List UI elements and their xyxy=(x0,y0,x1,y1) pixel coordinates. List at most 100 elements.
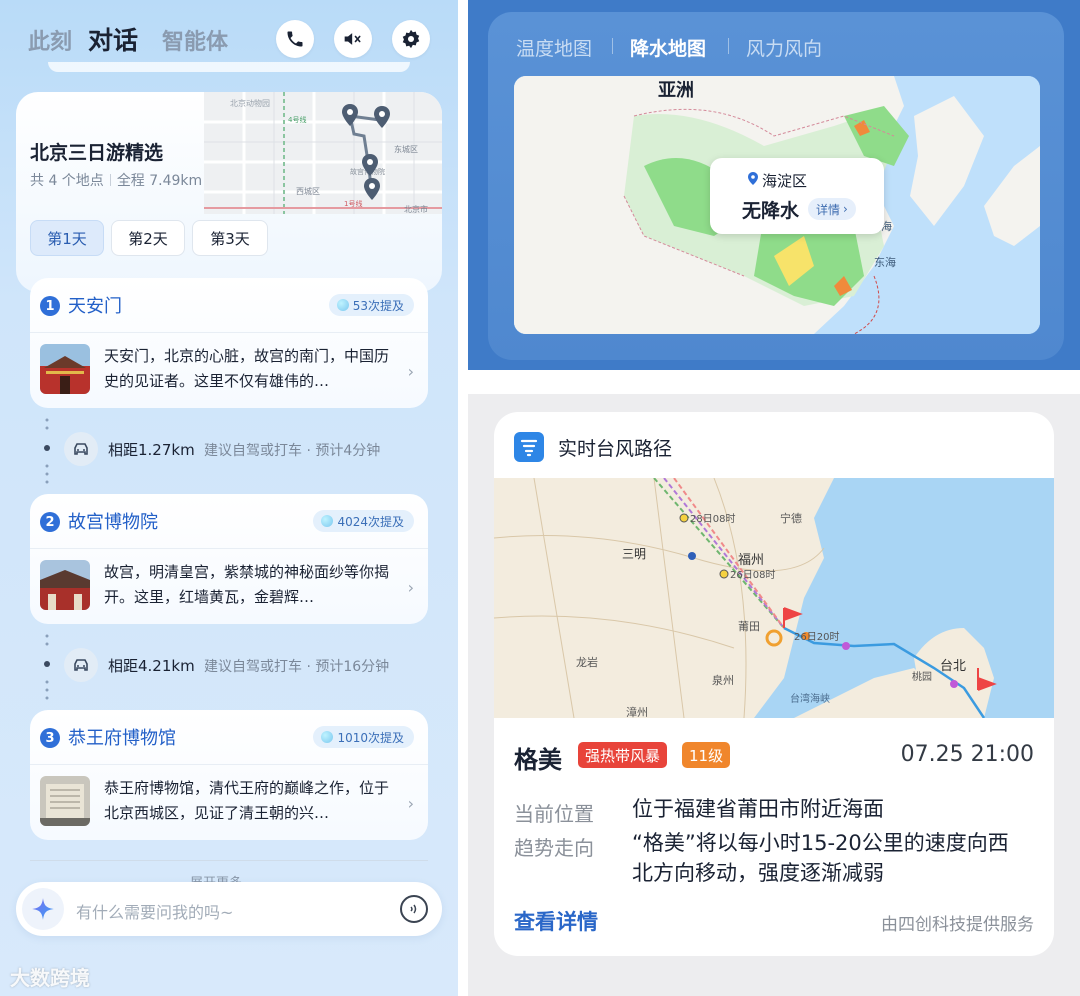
spot-name[interactable]: 故宫博物院 xyxy=(68,508,158,534)
tab-chat[interactable]: 对话 xyxy=(88,21,138,57)
map-label: 漳州 xyxy=(626,705,648,718)
mention-count: 53次提及 xyxy=(352,298,404,313)
precipitation-value: 无降水 xyxy=(742,200,800,222)
place-count: 共 4 个地点 xyxy=(30,173,104,189)
location-popup[interactable]: 海淀区 无降水 详情 › xyxy=(710,158,884,234)
trip-panel: 此刻 对话 智能体 北京动物园 东城区 西城区 北京市 1号线 4号线 北京三日… xyxy=(0,0,458,996)
bubble-icon xyxy=(321,515,334,527)
spot-card[interactable]: 3 恭王府博物馆 1010次提及 恭王府博物馆，清代王府的巅峰之作，位于北京西城… xyxy=(30,710,428,840)
trend-label: 趋势走向 xyxy=(514,836,594,860)
mention-count: 1010次提及 xyxy=(337,730,404,745)
bubble-icon xyxy=(321,731,334,743)
location-pin-icon xyxy=(748,172,758,185)
map-label: 北京市 xyxy=(404,204,428,214)
tab-day-3[interactable]: 第3天 xyxy=(192,220,268,256)
spot-number: 1 xyxy=(40,296,60,316)
view-details-link[interactable]: 查看详情 xyxy=(514,906,598,936)
precipitation-panel: 温度地图 降水地图 风力风向 亚洲 东海 海淀区 无降水 详情 › xyxy=(468,0,1080,370)
divider xyxy=(30,548,428,549)
trip-title: 北京三日游精选 xyxy=(30,142,164,164)
speaker-mute-icon xyxy=(344,33,361,45)
tab-temperature-map[interactable]: 温度地图 xyxy=(516,34,592,61)
voice-icon[interactable] xyxy=(400,895,428,923)
typhoon-panel: 实时台风路径 三明 福州 宁德 莆田 龙岩 泉州 漳州 台北 桃园 台湾海峡 2… xyxy=(468,394,1080,996)
map-label: 台湾海峡 xyxy=(790,692,830,705)
spot-description: 天安门，北京的心脏，故宫的南门，中国历史的见证者。这里不仅有雄伟的… xyxy=(104,347,390,390)
chevron-right-icon[interactable]: › xyxy=(408,362,414,381)
forecast-label: 28日08时 xyxy=(690,513,735,525)
divider xyxy=(30,764,428,765)
gear-icon xyxy=(402,29,420,49)
spot-photo xyxy=(40,560,90,610)
map-label: 莆田 xyxy=(738,620,760,633)
typhoon-path-map[interactable]: 三明 福州 宁德 莆田 龙岩 泉州 漳州 台北 桃园 台湾海峡 28日08时 2… xyxy=(494,478,1054,718)
spot-card[interactable]: 2 故宫博物院 4024次提及 故宫，明清皇宫，紫禁城的神秘面纱等你揭开。这里，… xyxy=(30,494,428,624)
route-mini-map[interactable]: 北京动物园 东城区 西城区 故宫博物院 北京市 1号线 4号线 xyxy=(204,92,442,214)
chat-input[interactable]: 有什么需要问我的吗~ xyxy=(76,899,233,923)
phone-icon xyxy=(287,31,303,47)
position-label: 当前位置 xyxy=(514,802,594,826)
route-dots xyxy=(44,418,50,484)
popup-location: 海淀区 xyxy=(762,172,808,190)
settings-button[interactable] xyxy=(392,20,430,58)
route-segment: 相距1.27km 建议自驾或打车 · 预计4分钟 xyxy=(44,418,424,484)
divider xyxy=(48,62,410,72)
tab-agent[interactable]: 智能体 xyxy=(162,24,228,56)
watermark: 大数跨境 xyxy=(10,966,90,990)
tab-moment[interactable]: 此刻 xyxy=(28,24,72,56)
tab-day-2[interactable]: 第2天 xyxy=(111,220,185,256)
service-provider: 由四创科技提供服务 xyxy=(881,915,1034,935)
map-label: 桃园 xyxy=(912,670,932,683)
precipitation-card: 温度地图 降水地图 风力风向 亚洲 东海 海淀区 无降水 详情 › xyxy=(488,12,1064,360)
route-tip: 建议自驾或打车 · 预计16分钟 xyxy=(204,659,390,675)
tab-precipitation-map[interactable]: 降水地图 xyxy=(630,34,706,61)
spot-description: 恭王府博物馆，清代王府的巅峰之作，位于北京西城区，见证了清王朝的兴… xyxy=(104,779,390,822)
tab-day-1[interactable]: 第1天 xyxy=(30,220,104,256)
route-distance: 相距1.27km xyxy=(108,441,195,459)
map-label: 西城区 xyxy=(296,187,320,196)
route-distance: 相距4.21km xyxy=(108,657,195,675)
map-label: 台北 xyxy=(940,659,966,674)
trip-summary: 共 4 个地点 全程 7.49km xyxy=(30,170,202,190)
route-dots xyxy=(44,634,50,700)
spot-photo xyxy=(40,344,90,394)
chat-input-bar[interactable]: 有什么需要问我的吗~ xyxy=(16,882,442,936)
detail-label: 详情 xyxy=(816,202,841,217)
chevron-right-icon[interactable]: › xyxy=(408,794,414,813)
sparkle-icon[interactable] xyxy=(22,888,64,930)
tab-wind-map[interactable]: 风力风向 xyxy=(746,34,822,61)
map-label: 泉州 xyxy=(712,673,734,687)
spot-description: 故宫，明清皇宫，紫禁城的神秘面纱等你揭开。这里，红墙黄瓦，金碧辉… xyxy=(104,563,390,606)
map-label: 1号线 xyxy=(344,199,362,208)
divider xyxy=(30,860,428,861)
phone-button[interactable] xyxy=(276,20,314,58)
detail-button[interactable]: 详情 › xyxy=(808,198,856,220)
mute-button[interactable] xyxy=(334,20,372,58)
chevron-right-icon[interactable]: › xyxy=(408,578,414,597)
intensity-tag: 强热带风暴 xyxy=(578,742,668,768)
trip-card[interactable]: 北京动物园 东城区 西城区 故宫博物院 北京市 1号线 4号线 北 xyxy=(16,92,442,292)
spot-photo xyxy=(40,776,90,826)
divider xyxy=(30,332,428,333)
typhoon-card: 实时台风路径 三明 福州 宁德 莆田 龙岩 泉州 漳州 台北 桃园 台湾海峡 2… xyxy=(494,412,1054,956)
trend-value: “格美”将以每小时15-20公里的速度向西北方向移动，强度逐渐减弱 xyxy=(632,831,1009,885)
map-label: 东城区 xyxy=(394,144,418,154)
spot-card[interactable]: 1 天安门 53次提及 天安门，北京的心脏，故宫的南门，中国历史的见证者。这里不… xyxy=(30,278,428,408)
map-label: 4号线 xyxy=(288,115,306,124)
bubble-icon xyxy=(336,299,349,311)
car-icon xyxy=(64,432,98,466)
update-time: 07.25 21:00 xyxy=(900,742,1034,767)
forecast-label: 26日08时 xyxy=(730,569,775,581)
forecast-label: 26日20时 xyxy=(794,631,839,643)
map-label: 亚洲 xyxy=(658,80,694,101)
divider xyxy=(612,38,613,54)
total-distance: 全程 7.49km xyxy=(116,173,203,189)
level-tag: 11级 xyxy=(682,742,731,768)
mention-badge: 4024次提及 xyxy=(313,510,414,532)
spot-name[interactable]: 天安门 xyxy=(68,292,122,318)
mention-badge: 1010次提及 xyxy=(313,726,414,748)
spot-name[interactable]: 恭王府博物馆 xyxy=(68,724,176,750)
map-label: 北京动物园 xyxy=(230,98,270,108)
typhoon-icon xyxy=(514,432,544,462)
chevron-right-icon: › xyxy=(843,202,848,216)
